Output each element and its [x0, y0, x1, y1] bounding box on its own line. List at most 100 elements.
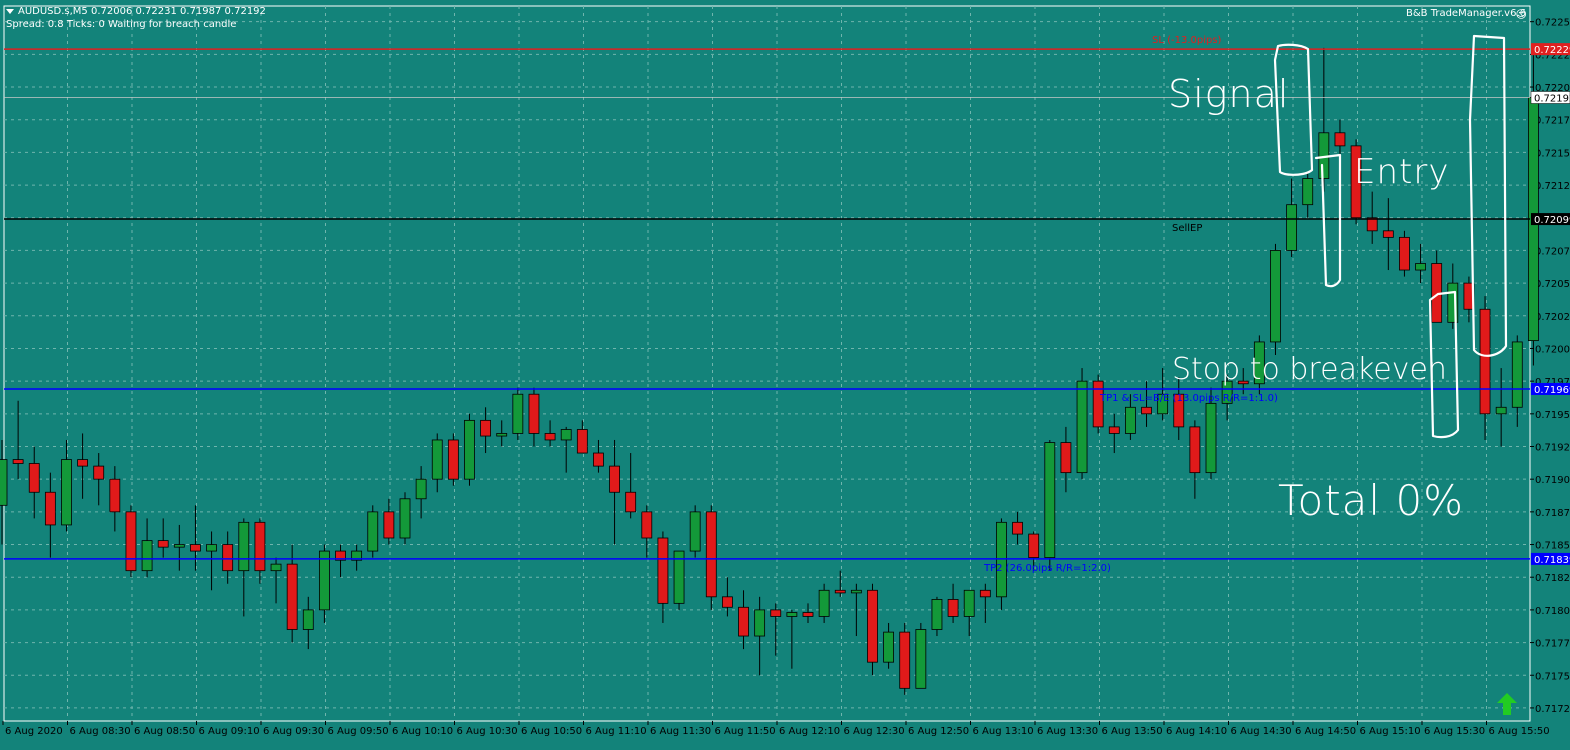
candle-bear: [593, 452, 604, 467]
candle-bear: [93, 465, 105, 480]
x-tick-label: 6 Aug 09:10: [199, 726, 260, 737]
candle-bull: [963, 589, 975, 617]
annotation-entry: Entry: [1354, 152, 1450, 192]
symbol-ohlc-text: AUDUSD.s,M5 0.72006 0.72231 0.71987 0.72…: [18, 6, 266, 17]
candle-bear: [576, 429, 588, 454]
candle-bull: [931, 599, 943, 630]
x-tick-label: 6 Aug 12:50: [908, 726, 969, 737]
candle-bull: [399, 498, 411, 539]
annotation-stop-to-breakeven: Stop to breakeven: [1172, 352, 1447, 387]
x-tick-label: 6 Aug 11:50: [715, 726, 776, 737]
x-tick-label: 6 Aug 14:50: [1295, 726, 1356, 737]
candle-bull: [850, 589, 862, 594]
y-tick-label: 0.72025: [1535, 312, 1570, 323]
candle-bull: [818, 589, 830, 617]
candle-bull: [367, 511, 379, 552]
x-tick-label: 6 Aug 10:10: [392, 726, 453, 737]
candle-bear: [544, 433, 556, 441]
trade-manager-brand: B&B TradeManager.v6.6: [1406, 8, 1526, 19]
candle-bull: [431, 439, 443, 480]
candle-bear: [1189, 426, 1201, 474]
candle-bear: [899, 631, 911, 689]
y-tick-label: 0.71900: [1535, 475, 1570, 486]
candle-bear: [738, 606, 749, 637]
up-arrow-icon[interactable]: [1497, 693, 1517, 715]
y-tick-label: 0.71750: [1535, 671, 1570, 682]
candle-bull: [689, 511, 701, 552]
level-price-label-tp1: 0.71969: [1534, 385, 1570, 396]
candle-bear: [254, 521, 266, 572]
x-tick-label: 6 Aug 08:50: [134, 726, 195, 737]
candle-bull: [1270, 250, 1281, 343]
x-tick-label: 6 Aug 09:30: [263, 726, 324, 737]
candle-bull: [302, 609, 314, 630]
y-tick-label: 0.71775: [1535, 639, 1570, 650]
candle-bear: [609, 465, 620, 493]
candle-bear: [1399, 236, 1410, 271]
candle-bull: [1415, 263, 1426, 271]
y-tick-label: 0.71850: [1535, 541, 1570, 552]
y-tick-label: 0.71825: [1535, 573, 1570, 584]
candle-bear: [1028, 533, 1040, 559]
y-tick-label: 0.72050: [1535, 279, 1570, 290]
candle-bull: [1044, 442, 1056, 559]
candle-bear: [1092, 380, 1104, 428]
y-tick-label: 0.71725: [1535, 704, 1570, 715]
candle-bear: [802, 612, 814, 617]
level-label-sl: SL (-13.0pips): [1152, 35, 1222, 46]
candle-bear: [286, 563, 298, 630]
symbol-info: AUDUSD.s,M5 0.72006 0.72231 0.71987 0.72…: [6, 6, 266, 17]
candle-bull: [238, 521, 250, 572]
x-tick-label: 6 Aug 08:30: [70, 726, 131, 737]
y-tick-label: 0.72125: [1535, 181, 1570, 192]
candle-bear: [641, 511, 653, 539]
candle-bull: [1205, 402, 1217, 474]
x-tick-label: 6 Aug 15:50: [1489, 726, 1550, 737]
y-tick-label: 0.71950: [1535, 410, 1570, 421]
level-label-tp2: TP2 (26.0pips R/R=1:2.0): [983, 563, 1111, 574]
candle-bear: [705, 511, 717, 598]
candle-bear: [383, 511, 395, 539]
candle-bull: [512, 393, 524, 434]
x-tick-label: 6 Aug 10:30: [457, 726, 518, 737]
y-tick-label: 0.72075: [1535, 246, 1570, 257]
candle-bear: [125, 511, 137, 572]
candle-bear: [1108, 426, 1120, 434]
candle-bull: [1495, 406, 1507, 415]
y-tick-label: 0.71875: [1535, 508, 1570, 519]
candle-bear: [109, 478, 121, 513]
candle-bear: [1012, 521, 1023, 535]
candle-bear: [1060, 442, 1072, 474]
level-label-sell-ep: SellEP: [1172, 223, 1202, 234]
candle-bull: [1125, 406, 1136, 434]
level-price-label-sell-ep: 0.72099: [1534, 215, 1570, 226]
x-tick-label: 6 Aug 14:30: [1231, 726, 1292, 737]
candle-bull: [318, 550, 330, 611]
x-tick-label: 6 Aug 13:30: [1037, 726, 1098, 737]
x-tick-label: 6 Aug 13:50: [1102, 726, 1163, 737]
y-tick-label: 0.71925: [1535, 443, 1570, 454]
candle-bear: [770, 609, 782, 617]
candle-bear: [528, 393, 540, 434]
candle-bull: [754, 609, 766, 637]
candle-bull: [206, 544, 217, 552]
x-tick-label: 6 Aug 11:10: [586, 726, 647, 737]
x-tick-label: 6 Aug 11:30: [650, 726, 711, 737]
exit-highlight-2: [1468, 34, 1508, 357]
candle-bull: [173, 544, 185, 548]
y-tick-label: 0.72250: [1535, 18, 1570, 29]
smiley-icon: ☺: [1515, 8, 1527, 21]
candle-bull: [270, 563, 282, 572]
y-tick-label: 0.72175: [1535, 116, 1570, 127]
candle-bull: [560, 429, 572, 441]
y-tick-label: 0.72150: [1535, 148, 1570, 159]
candle-bear: [190, 544, 201, 552]
collapse-triangle-icon[interactable]: [6, 8, 14, 14]
candle-bear: [447, 439, 459, 480]
candle-bull: [1511, 341, 1523, 408]
candle-bear: [834, 589, 846, 594]
x-tick-label: 6 Aug 12:30: [844, 726, 905, 737]
x-tick-label: 6 Aug 12:10: [779, 726, 840, 737]
candle-bull: [1302, 178, 1314, 206]
annotation-total: Total 0%: [1278, 476, 1465, 525]
